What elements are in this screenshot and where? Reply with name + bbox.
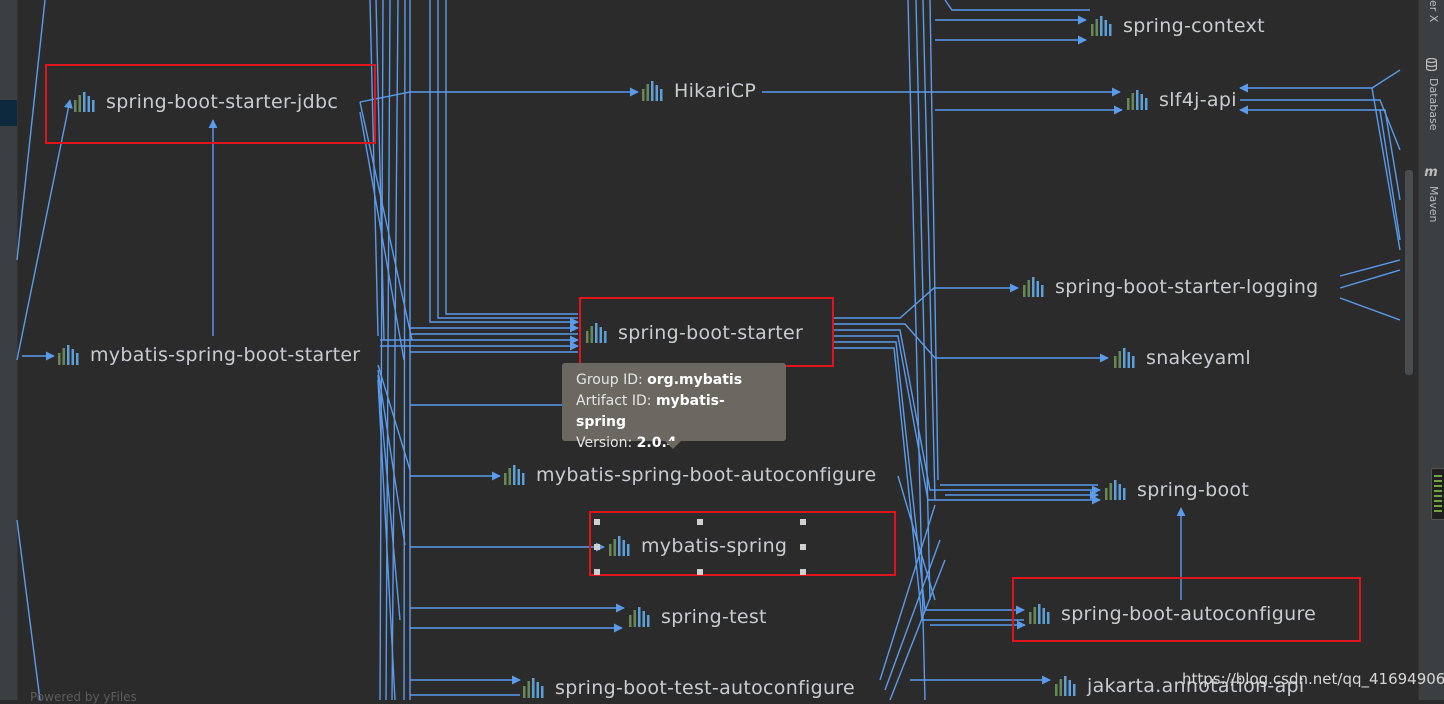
vertical-scrollbar[interactable] (1405, 170, 1413, 375)
library-bars-icon (1127, 90, 1148, 110)
library-bars-icon (1023, 277, 1044, 297)
memory-indicator (1431, 468, 1444, 520)
node-label: spring-boot-starter (618, 322, 804, 344)
library-bars-icon (74, 92, 95, 112)
maven-icon: m (1424, 165, 1438, 180)
selection-handle[interactable] (594, 569, 600, 575)
node-mybatis-spring-boot-starter[interactable]: mybatis-spring-boot-starter (57, 344, 360, 366)
node-slf4j-api[interactable]: slf4j-api (1126, 89, 1237, 111)
node-spring-context[interactable]: spring-context (1090, 15, 1265, 37)
library-bars-icon (1105, 480, 1126, 500)
node-label: spring-boot (1137, 479, 1250, 501)
tool-window-tab-top[interactable]: er X (1422, 0, 1440, 22)
selection-handle[interactable] (697, 519, 703, 525)
node-label: mybatis-spring-boot-autoconfigure (536, 464, 877, 486)
library-bars-icon (586, 323, 607, 343)
tooltip-group-row: Group ID: org.mybatis (576, 372, 743, 388)
node-mybatis-spring-boot-autoconfigure[interactable]: mybatis-spring-boot-autoconfigure (503, 464, 877, 486)
tooltip-version-row: Version: 2.0.4 (576, 435, 677, 451)
tooltip-artifact-row: Artifact ID: mybatis-spring (576, 393, 725, 430)
library-bars-icon (1055, 676, 1076, 696)
library-bars-icon (1029, 604, 1050, 624)
selection-handle[interactable] (594, 544, 600, 550)
node-spring-test[interactable]: spring-test (628, 606, 767, 628)
node-spring-boot-autoconfigure[interactable]: spring-boot-autoconfigure (1028, 603, 1316, 625)
selection-handle[interactable] (594, 519, 600, 525)
artifact-tooltip: Group ID: org.mybatis Artifact ID: mybat… (562, 363, 786, 451)
watermark-url: https://blog.csdn.net/qq_41694906 (1182, 670, 1444, 688)
selection-handle[interactable] (697, 569, 703, 575)
node-spring-boot-starter-logging[interactable]: spring-boot-starter-logging (1022, 276, 1319, 298)
library-bars-icon (609, 536, 630, 556)
library-bars-icon (504, 465, 525, 485)
node-label: spring-test (661, 606, 767, 628)
database-icon (1422, 57, 1440, 75)
node-label: HikariCP (674, 80, 757, 102)
node-label: spring-boot-starter-logging (1055, 276, 1319, 298)
node-label: slf4j-api (1159, 89, 1237, 111)
selection-handle[interactable] (800, 569, 806, 575)
node-mybatis-spring[interactable]: mybatis-spring (608, 535, 787, 557)
selection-handle[interactable] (800, 519, 806, 525)
node-label: snakeyaml (1146, 347, 1251, 369)
node-label: spring-boot-starter-jdbc (106, 91, 339, 113)
tool-window-tab-maven[interactable]: Maven (1422, 186, 1440, 222)
node-spring-boot-test-autoconfigure[interactable]: spring-boot-test-autoconfigure (522, 677, 855, 699)
node-label: spring-boot-test-autoconfigure (555, 677, 855, 699)
node-hikaricp[interactable]: HikariCP (641, 80, 756, 102)
library-bars-icon (629, 607, 650, 627)
node-label: mybatis-spring (641, 535, 788, 557)
node-label: mybatis-spring-boot-starter (90, 344, 361, 366)
tool-window-tab-database[interactable]: Database (1422, 78, 1440, 131)
selection-handle[interactable] (800, 544, 806, 550)
library-bars-icon (523, 678, 544, 698)
library-bars-icon (1114, 348, 1135, 368)
library-bars-icon (58, 345, 79, 365)
node-label: spring-boot-autoconfigure (1061, 603, 1317, 625)
node-spring-boot-starter[interactable]: spring-boot-starter (585, 322, 803, 344)
node-spring-boot-starter-jdbc[interactable]: spring-boot-starter-jdbc (73, 91, 338, 113)
powered-by-label: Powered by yFiles (30, 690, 137, 704)
library-bars-icon (1091, 16, 1112, 36)
node-spring-boot[interactable]: spring-boot (1104, 479, 1249, 501)
node-snakeyaml[interactable]: snakeyaml (1113, 347, 1251, 369)
node-label: spring-context (1123, 15, 1265, 37)
library-bars-icon (642, 81, 663, 101)
